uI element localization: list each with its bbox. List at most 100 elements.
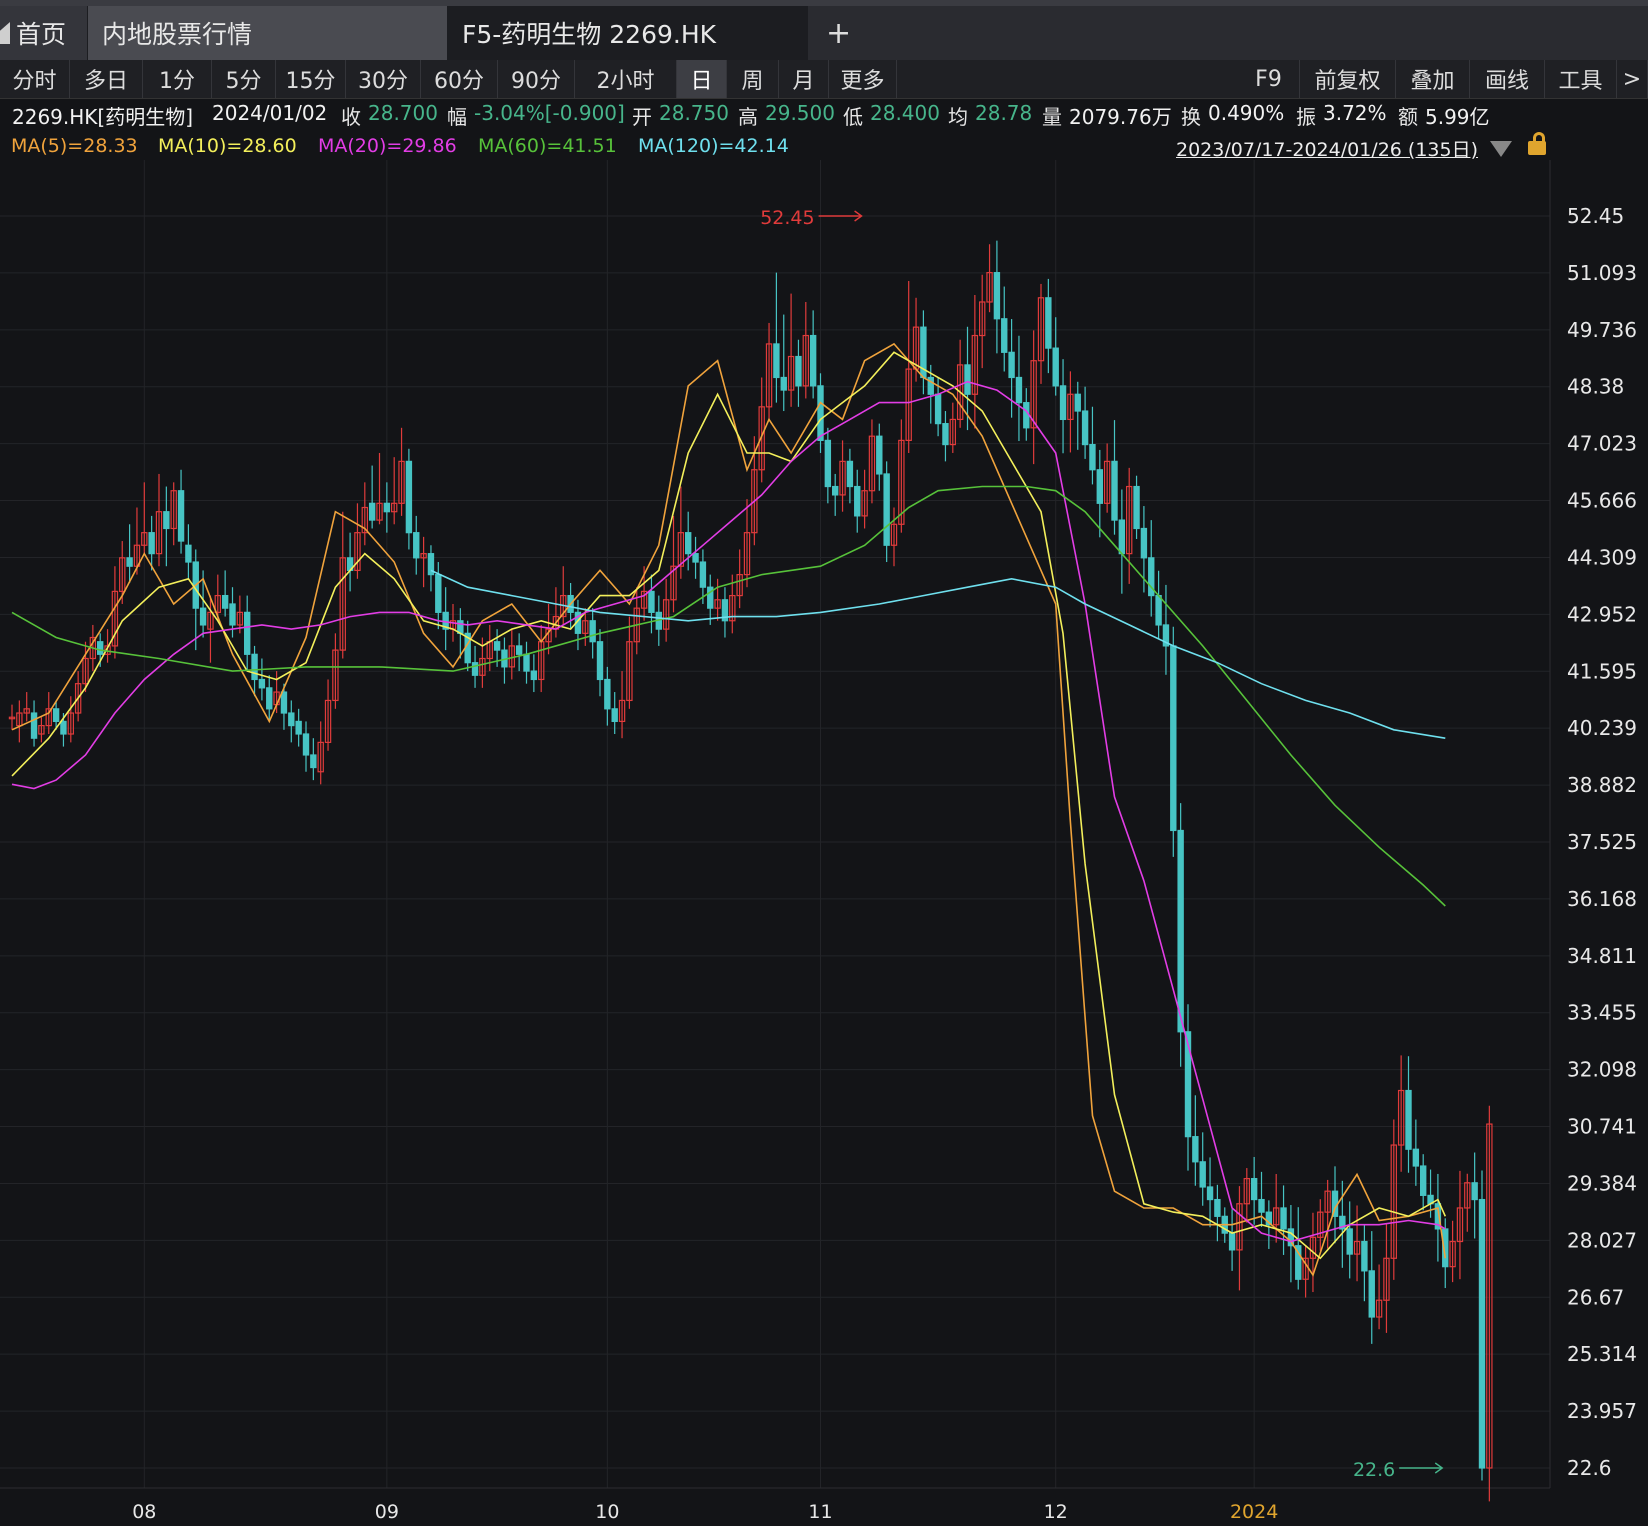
period-10[interactable]: 周 [727,60,779,98]
candle-body-137 [1015,376,1023,404]
x-tick-1: 09 [375,1501,399,1523]
y-tick-3: 48.38 [1567,375,1624,399]
tool-5[interactable]: > [1617,60,1648,98]
candle-body-162 [1199,1161,1206,1188]
candle-body-159 [1177,829,1184,1033]
stock-name: 2269.HK[药明生物] [12,105,194,129]
candle-body-63 [471,662,479,676]
amount-value: 5.99亿 [1425,105,1490,129]
x-tick-0: 08 [132,1501,156,1523]
home-icon [0,22,10,44]
turnover-label: 换 [1181,105,1201,129]
y-tick-2: 49.736 [1567,318,1637,342]
period-7[interactable]: 90分 [498,60,575,98]
candle-body-192 [1419,1165,1427,1196]
candle-body-39 [295,720,302,735]
period-9[interactable]: 日 [677,60,727,98]
avg-value: 28.78 [975,101,1033,125]
period-0[interactable]: 分时 [0,60,70,98]
tab-stock-2269[interactable]: F5-药明生物 2269.HK [448,6,808,60]
ma-line-MA(60) [11,485,1446,907]
candle-body-119 [883,473,890,546]
volume-label: 量 [1042,105,1062,129]
candle-body-185 [1368,1270,1375,1318]
candle-body-135 [1001,318,1008,353]
new-tab-button[interactable]: + [808,6,868,60]
tool-1[interactable]: 前复权 [1300,60,1396,98]
y-tick-18: 28.027 [1567,1228,1637,1252]
period-toolbar: 分时 多日 1分 5分 15分 30分 60分 90分 2小时日周月更多 F9 前复权 叠加 画线 工具 > [0,60,1648,99]
candle-body-40 [302,733,310,756]
period-2[interactable]: 1分 [143,60,212,98]
amplitude-label: 振 [1296,105,1316,129]
y-tick-11: 37.525 [1567,830,1637,854]
lock-icon[interactable] [1528,132,1546,155]
close-value: 28.700 [368,101,438,125]
candle-body-126 [934,393,942,425]
y-tick-9: 40.239 [1567,716,1637,740]
volume-value: 2079.76万 [1069,105,1172,129]
candle-body-173 [1280,1207,1287,1230]
candle-body-107 [795,355,802,387]
candle-body-21 [163,511,170,530]
candle-body-32 [244,611,251,655]
tool-2[interactable]: 叠加 [1396,60,1470,98]
low-value: 28.400 [870,101,940,125]
period-3[interactable]: 5分 [212,60,276,98]
candle-body-166 [1228,1232,1236,1251]
candle-body-87 [648,590,655,613]
x-tick-4: 12 [1044,1501,1068,1523]
turnover-value: 0.490% [1208,101,1285,125]
low-label: 低 [843,105,863,129]
candle-body-7 [60,720,67,735]
y-tick-14: 33.455 [1567,1001,1637,1025]
tool-4[interactable]: 工具 [1545,60,1617,98]
candle-body-160 [1184,1031,1192,1138]
period-1[interactable]: 多日 [70,60,143,98]
ma10-legend: MA(10)=28.60 [158,135,297,157]
y-tick-12: 36.168 [1567,887,1637,911]
quote-info-bar: 2269.HK[药明生物] 2024/01/02 收 28.700 幅 -3.0… [0,99,1648,129]
candle-body-190 [1405,1089,1412,1150]
candle-body-154 [1140,527,1148,559]
period-5[interactable]: 30分 [346,60,421,98]
kline-chart[interactable]: 52.45 51.093 49.736 48.38 47.023 45.666 44.309… [0,160,1648,1526]
tool-0[interactable]: F9 [1238,60,1300,98]
date-range-selector[interactable]: 2023/07/17-2024/01/26 (135日) [1176,135,1478,162]
extreme-label-0: 52.45 [760,207,814,229]
candle-body-55 [413,532,420,559]
candle-body-49 [368,502,376,521]
candle-body-34 [258,678,266,689]
tool-3[interactable]: 画线 [1470,60,1545,98]
period-8[interactable]: 2小时 [575,60,677,98]
candle-body-134 [993,272,1001,320]
candle-body-199 [1471,1182,1478,1201]
ma5-legend: MA(5)=28.33 [11,135,138,157]
candle-body-35 [266,687,273,710]
candle-body-153 [1133,485,1140,530]
candle-body-54 [405,460,413,534]
high-value: 29.500 [765,101,835,125]
tab-mainland-quotes[interactable]: 内地股票行情 [88,6,448,60]
candle-body-138 [1023,402,1030,429]
candle-body-6 [52,708,60,723]
candle-body-146 [1081,410,1089,446]
period-11[interactable]: 月 [779,60,829,98]
period-4[interactable]: 15分 [276,60,346,98]
period-12[interactable]: 更多 [829,60,897,98]
candle-body-147 [1089,443,1096,471]
candle-body-145 [1074,393,1081,412]
candle-body-94 [699,561,707,588]
candle-body-151 [1118,519,1126,555]
period-6[interactable]: 60分 [421,60,498,98]
candle-body-70 [523,653,530,672]
change-label: 幅 [447,105,467,129]
ma-line-MA(10) [11,351,1447,1260]
candle-body-12 [96,641,104,655]
tab-bar: 首页 内地股票行情 F5-药明生物 2269.HK + [0,0,1648,60]
change-value: -3.04%[-0.900] [474,101,625,125]
open-value: 28.750 [659,101,729,125]
tab-home[interactable]: 首页 [0,6,88,60]
dropdown-triangle-icon[interactable] [1490,141,1512,157]
y-tick-19: 26.67 [1567,1285,1624,1309]
